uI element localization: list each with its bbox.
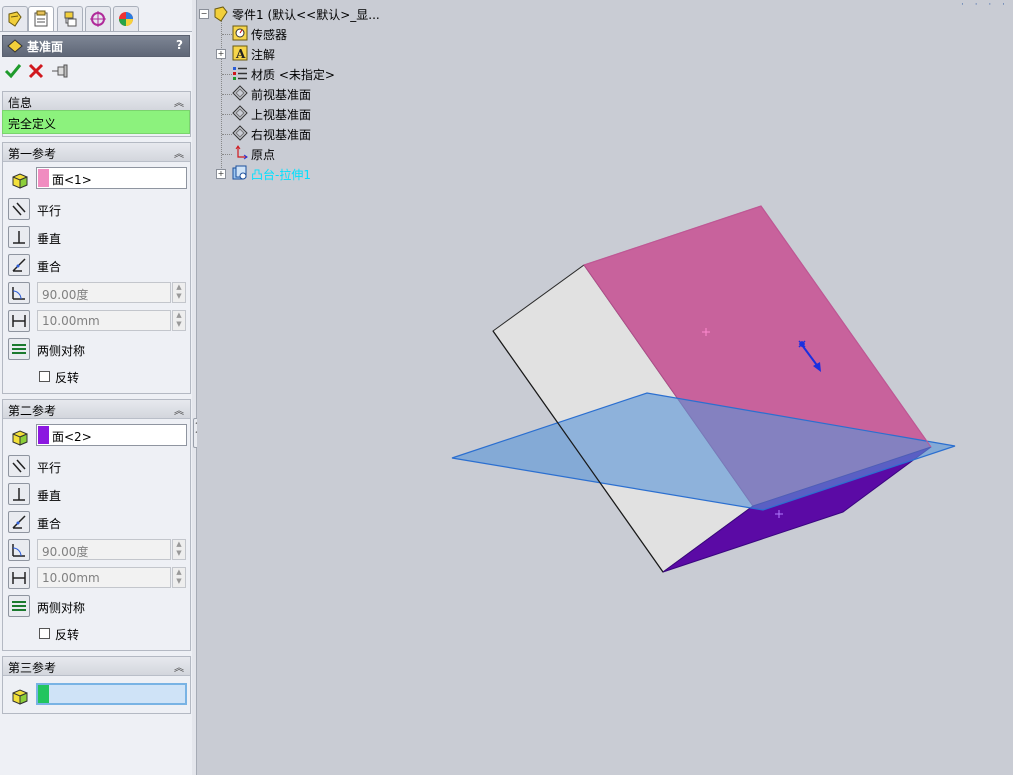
checkmark-icon [4, 64, 22, 79]
perpendicular-option[interactable]: 垂直 [3, 483, 190, 507]
graphics-area[interactable]: · · · · − 零件1 (默认<<默认>_显... 传感器 + A 注解 材… [197, 0, 1013, 775]
3d-model-scene [451, 205, 956, 573]
collapse-icon: ︽ [174, 406, 184, 417]
coincident-icon[interactable] [8, 511, 30, 533]
angle-spinner[interactable]: ▲ ▼ [172, 539, 186, 560]
first-reference-color-swatch [38, 169, 49, 187]
face-selection-icon [12, 689, 28, 705]
ok-button[interactable] [4, 62, 22, 80]
parallel-icon[interactable] [8, 198, 30, 220]
distance-spinner[interactable]: ▲ ▼ [172, 310, 186, 331]
parallel-option[interactable]: 平行 [3, 455, 190, 479]
collapse-toggle[interactable]: − [199, 9, 209, 19]
collapse-icon: ︽ [174, 149, 184, 160]
angle-input[interactable]: 90.00度 [37, 282, 171, 303]
info-group-header[interactable]: 信息 ︽ [3, 92, 190, 111]
part-icon [214, 6, 228, 22]
coincident-option[interactable]: 重合 [3, 511, 190, 535]
plane-icon [7, 38, 23, 57]
annotation-icon: A [232, 45, 248, 61]
parallel-icon[interactable] [8, 455, 30, 477]
feature-manager-tab[interactable] [2, 6, 28, 31]
perpendicular-icon[interactable] [8, 483, 30, 505]
angle-icon[interactable] [8, 282, 30, 304]
angle-row: 90.00度 ▲ ▼ [3, 539, 190, 563]
pushpin-icon [52, 64, 68, 78]
material-icon [233, 67, 247, 80]
second-reference-header[interactable]: 第二参考 ︽ [3, 400, 190, 419]
first-reference-group: 第一参考 ︽ 面<1> 平行 垂直 重合 90.00度 ▲ ▼ 10.00mm … [2, 142, 191, 394]
dimxpert-icon [90, 11, 106, 27]
second-reference-selection-box[interactable]: 面<2> [36, 424, 187, 446]
display-manager-icon [119, 12, 133, 26]
collapse-icon: ︽ [174, 663, 184, 674]
collapse-icon: ︽ [174, 98, 184, 109]
third-reference-group: 第三参考 ︽ [2, 656, 191, 714]
coincident-icon[interactable] [8, 254, 30, 276]
mid-plane-icon[interactable] [8, 595, 30, 617]
help-button[interactable]: ? [176, 38, 183, 52]
property-manager-title: 基准面 [27, 40, 64, 54]
svg-text:A: A [235, 47, 246, 61]
configuration-manager-tab[interactable] [57, 6, 83, 31]
distance-input[interactable]: 10.00mm [37, 310, 171, 331]
distance-spinner[interactable]: ▲ ▼ [172, 567, 186, 588]
distance-icon[interactable] [8, 567, 30, 589]
third-reference-selection-box[interactable] [36, 683, 187, 705]
angle-icon[interactable] [8, 539, 30, 561]
flip-option[interactable]: 反转 [3, 366, 190, 390]
panel-tabs [0, 6, 192, 32]
first-reference-header[interactable]: 第一参考 ︽ [3, 143, 190, 162]
property-manager-tab[interactable] [28, 6, 54, 32]
plane-icon [232, 105, 248, 121]
close-icon [28, 63, 44, 79]
sensor-icon [232, 25, 248, 41]
perpendicular-option[interactable]: 垂直 [3, 226, 190, 250]
cancel-button[interactable] [27, 62, 45, 80]
dimxpert-tab[interactable] [85, 6, 111, 31]
origin-icon [235, 145, 248, 160]
extrude-icon [232, 165, 247, 180]
angle-input[interactable]: 90.00度 [37, 539, 171, 560]
property-manager-icon [34, 10, 48, 27]
third-reference-color-swatch [38, 685, 49, 703]
third-reference-header[interactable]: 第三参考 ︽ [3, 657, 190, 676]
flip-checkbox[interactable] [39, 371, 50, 382]
second-reference-group: 第二参考 ︽ 面<2> 平行 垂直 重合 90.00度 ▲ ▼ 10.00mm … [2, 399, 191, 651]
mid-plane-option[interactable]: 两侧对称 [3, 595, 190, 619]
status-message: 完全定义 [2, 110, 190, 134]
parallel-option[interactable]: 平行 [3, 198, 190, 222]
distance-icon[interactable] [8, 310, 30, 332]
configuration-icon [64, 11, 77, 27]
perpendicular-icon[interactable] [8, 226, 30, 248]
plane-icon [232, 85, 248, 101]
flip-checkbox[interactable] [39, 628, 50, 639]
expand-toggle[interactable]: + [216, 49, 226, 59]
property-manager-panel: 基准面 ? 信息 ︽ 完全定义 第一参考 ︽ 面<1> 平行 垂直 重合 90.… [0, 0, 193, 775]
display-manager-tab[interactable] [113, 6, 139, 31]
distance-row: 10.00mm ▲ ▼ [3, 310, 190, 334]
angle-spinner[interactable]: ▲ ▼ [172, 282, 186, 303]
face-selection-icon [12, 173, 28, 189]
pushpin-button[interactable] [50, 62, 72, 80]
expand-toggle[interactable]: + [216, 169, 226, 179]
property-manager-title-bar: 基准面 ? [2, 35, 190, 57]
first-reference-selection-box[interactable]: 面<1> [36, 167, 187, 189]
second-reference-color-swatch [38, 426, 49, 444]
distance-input[interactable]: 10.00mm [37, 567, 171, 588]
flip-option[interactable]: 反转 [3, 623, 190, 647]
feature-manager-icon [8, 11, 22, 27]
mid-plane-option[interactable]: 两侧对称 [3, 338, 190, 362]
plane-icon [232, 125, 248, 141]
mid-plane-icon[interactable] [8, 338, 30, 360]
angle-row: 90.00度 ▲ ▼ [3, 282, 190, 306]
coincident-option[interactable]: 重合 [3, 254, 190, 278]
distance-row: 10.00mm ▲ ▼ [3, 567, 190, 591]
face-selection-icon [12, 430, 28, 446]
